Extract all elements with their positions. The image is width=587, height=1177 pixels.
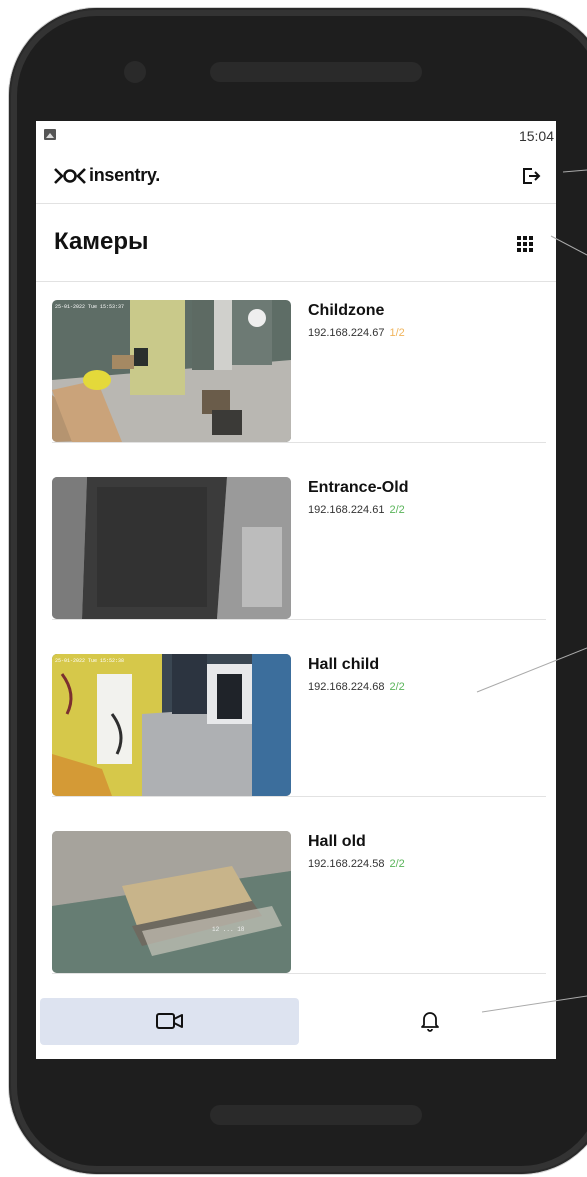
camera-info: 192.168.224.58 2/2 [308,858,405,870]
app-screen: 15:04 insentry. Камеры 25-01-2022 Tue 15… [36,121,556,1059]
bottom-navigation [36,993,556,1059]
section-header: Камеры [36,204,556,282]
camera-stream-status: 2/2 [389,504,405,516]
front-camera [124,61,146,83]
earpiece-speaker [210,62,422,82]
tab-events[interactable] [304,998,556,1045]
image-icon [44,129,56,140]
camera-ip: 192.168.224.61 [308,504,385,516]
camera-name: Hall child [308,656,380,673]
tab-cameras[interactable] [40,998,299,1045]
camera-list-item[interactable]: 25-01-2022 Tue 15:52:38 Hall child 192.1… [52,636,546,797]
page-title: Камеры [54,228,149,255]
app-logo: insentry. [53,165,160,186]
preview-timestamp: 25-01-2022 Tue 15:52:38 [55,658,124,664]
camera-list-item[interactable]: 25-01-2022 Tue 15:53:37 Childzone 192.16… [52,282,546,443]
app-header: insentry. [36,149,556,204]
camera-ip: 192.168.224.67 [308,327,385,339]
preview-timestamp: 25-01-2022 Tue 15:53:37 [55,304,124,310]
status-bar: 15:04 [36,121,556,149]
camera-stream-status: 1/2 [389,327,405,339]
camera-list-item[interactable]: 12 ... 18 Hall old 192.168.224.58 2/2 [52,813,546,974]
camera-preview[interactable]: 12 ... 18 [52,831,291,973]
camera-ip: 192.168.224.58 [308,858,385,870]
camera-stream-status: 2/2 [389,858,405,870]
grid-icon[interactable] [515,234,535,254]
logout-icon[interactable] [520,165,542,187]
device-bottom-bar [210,1105,422,1125]
bell-icon [421,1012,439,1032]
camera-info: 192.168.224.61 2/2 [308,504,405,516]
camera-name: Entrance-Old [308,479,409,496]
video-camera-icon [156,1013,183,1029]
status-time: 15:04 [518,128,554,144]
camera-preview[interactable]: 25-01-2022 Tue 15:52:38 [52,654,291,796]
logo-mark-icon [54,167,86,184]
camera-name: Childzone [308,302,385,319]
camera-info: 192.168.224.67 1/2 [308,327,405,339]
camera-ip: 192.168.224.68 [308,681,385,693]
logo-text: insentry. [89,165,160,185]
camera-preview[interactable]: 25-01-2022 Tue 15:53:37 [52,300,291,442]
preview-timestamp: 12 ... 18 [212,926,245,933]
camera-info: 192.168.224.68 2/2 [308,681,405,693]
camera-name: Hall old [308,833,366,850]
camera-stream-status: 2/2 [389,681,405,693]
camera-preview[interactable] [52,477,291,619]
camera-list-item[interactable]: Entrance-Old 192.168.224.61 2/2 [52,459,546,620]
